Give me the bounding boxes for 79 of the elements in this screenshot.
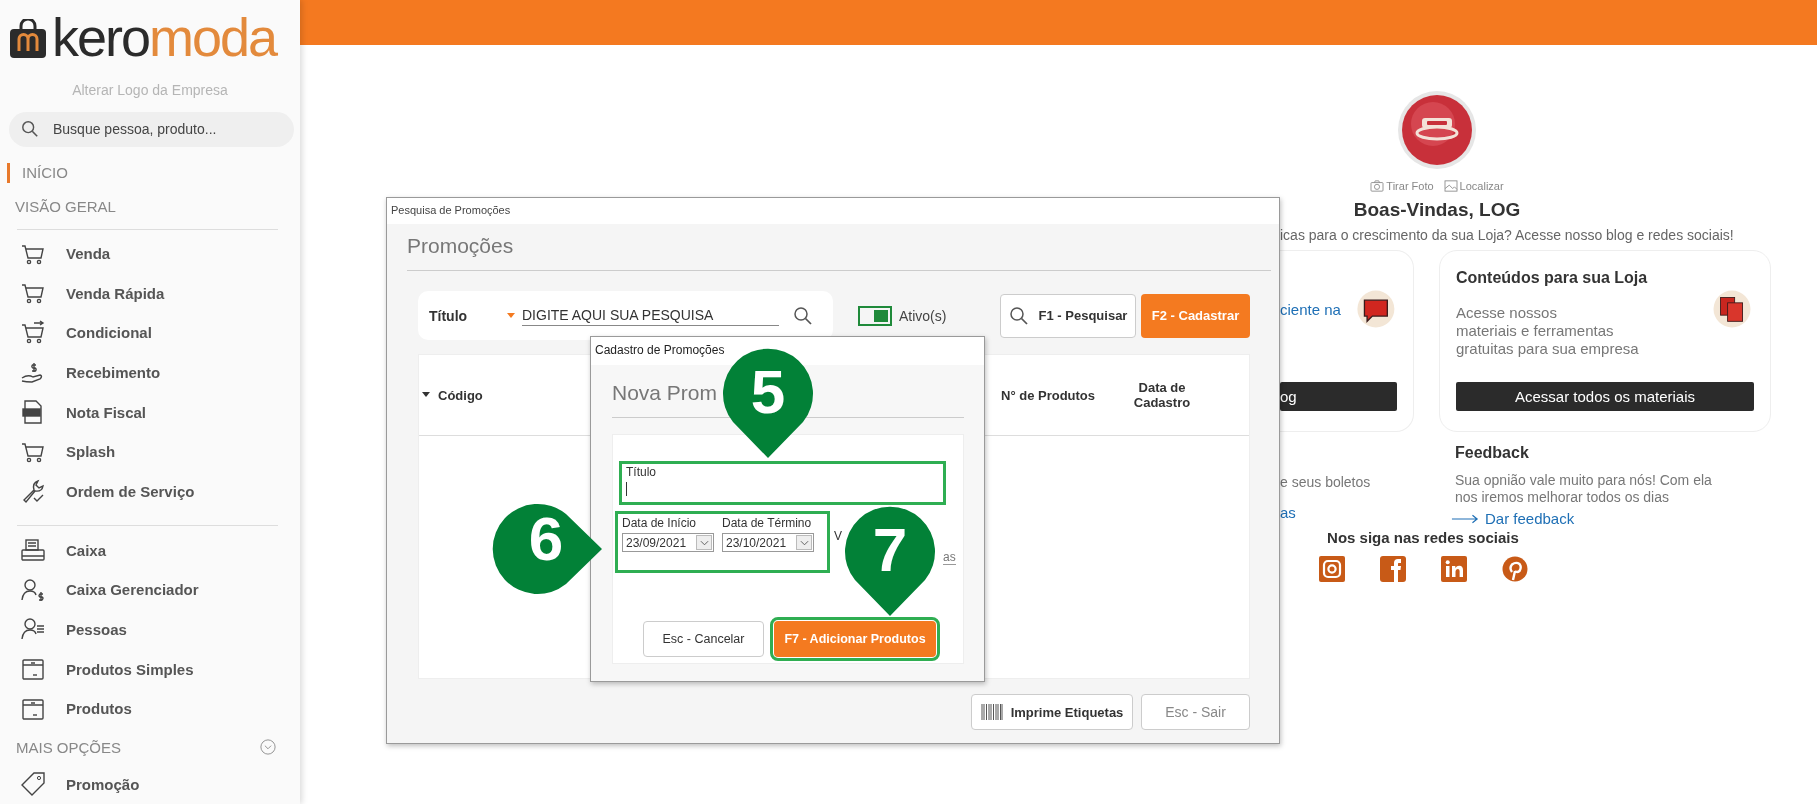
sort-arrow-icon[interactable] [422, 392, 430, 398]
search-input[interactable]: Busque pessoa, produto... [51, 120, 275, 139]
field-label: Data de Início [622, 516, 698, 530]
search-icon [1008, 305, 1029, 326]
exit-button[interactable]: Esc - Sair [1141, 694, 1250, 730]
title-field[interactable]: Título [619, 461, 946, 505]
date-field[interactable]: 23/10/2021 [722, 533, 814, 552]
feedback-link[interactable]: Dar feedback [1485, 510, 1575, 527]
camera-icon [1370, 180, 1385, 192]
photo-action-link[interactable]: Localizar [1459, 180, 1504, 192]
brand-logo: keromoda [52, 12, 277, 62]
feedback-text: Sua opnião vale muito para nós! Com ela nos iremos melhorar todos os dias [1455, 472, 1713, 506]
field-label: V [834, 529, 842, 543]
nav-item[interactable]: Produtos [66, 700, 132, 718]
image-icon [1443, 180, 1458, 192]
cart-swap-icon [20, 319, 46, 346]
card-title: Conteúdos para sua Loja [1456, 269, 1648, 287]
text-field[interactable]: as [943, 550, 956, 565]
tag-icon [20, 771, 46, 798]
search-icon[interactable] [793, 305, 813, 326]
nav-item[interactable]: Venda [66, 245, 111, 263]
nav-item[interactable]: Produtos Simples [66, 660, 194, 678]
nav-item[interactable]: Venda Rápida [66, 284, 165, 302]
blog-button[interactable]: og [1280, 382, 1397, 411]
nav-item[interactable]: Promoção [66, 775, 140, 793]
dropdown-arrow-icon[interactable] [507, 312, 515, 319]
card-text: e seus boletos [1280, 474, 1372, 490]
search-icon [21, 120, 39, 139]
cash-register-icon [20, 537, 46, 564]
photo-action-link[interactable]: Tirar Foto [1386, 180, 1434, 192]
page-heading: Promoções [407, 234, 515, 258]
card-text: Acesse nossos materiais e ferramentas gratuitas para sua empresa [1456, 304, 1640, 358]
column-header[interactable]: Data de Cadastro [1121, 380, 1203, 410]
window-title: Pesquisa de Promoções [390, 203, 512, 218]
nav-item[interactable]: Nota Fiscal [66, 403, 147, 421]
feedback-title: Feedback [1455, 444, 1530, 462]
nav-item[interactable]: Caixa Gerenciador [66, 581, 199, 599]
person-money-icon [20, 576, 46, 603]
nav-link[interactable]: VISÃO GERAL [15, 197, 300, 215]
field-label: Data de Término [722, 516, 813, 530]
filter-label: Título [429, 307, 469, 324]
nav-item[interactable]: Pessoas [66, 620, 127, 638]
chevron-down-icon[interactable] [799, 539, 809, 546]
print-labels-button[interactable]: Imprime Etiquetas [971, 694, 1133, 730]
dialog-heading: Nova Prom [612, 381, 718, 405]
column-header[interactable]: N° de Produtos [1001, 387, 1121, 403]
chevron-down-icon[interactable] [260, 739, 276, 756]
card-link[interactable]: ciente na [1280, 300, 1341, 318]
boletos-link[interactable]: as [1280, 504, 1414, 521]
search-button[interactable]: F1 - Pesquisar [1000, 293, 1136, 338]
box-icon [20, 656, 46, 683]
toggle-switch[interactable] [858, 305, 892, 326]
nav-item[interactable]: Splash [66, 443, 116, 461]
search-field[interactable]: Título DIGITE AQUI SUA PESQUISA [418, 291, 833, 340]
cancel-button[interactable]: Esc - Cancelar [643, 621, 764, 657]
pinterest-icon[interactable] [1501, 556, 1528, 582]
nav-item[interactable]: Recebimento [66, 364, 161, 381]
column-header[interactable]: Código [438, 387, 483, 403]
date-field[interactable]: 23/09/2021 [622, 533, 714, 552]
nav-item[interactable]: Ordem de Serviço [66, 482, 195, 500]
social-title: Nos siga nas redes sociais [1327, 529, 1519, 546]
chevron-down-icon[interactable] [699, 539, 709, 546]
section-heading: MAIS OPÇÕES [16, 738, 122, 756]
welcome-title: Boas-Vindas, LOG [1353, 199, 1521, 221]
window-title: Cadastro de Promoções [594, 342, 726, 359]
facebook-icon[interactable] [1379, 556, 1406, 582]
barcode-icon [980, 704, 1003, 720]
search-input[interactable]: DIGITE AQUI SUA PESQUISA [522, 305, 779, 326]
search-field[interactable]: Busque pessoa, produto... [9, 112, 294, 147]
nav-item[interactable]: Caixa [66, 541, 107, 559]
nav-link[interactable]: INÍCIO [7, 162, 300, 183]
materials-button[interactable]: Acessar todos os materiais [1456, 382, 1754, 411]
instagram-icon[interactable] [1318, 556, 1345, 582]
toggle-label: Ativo(s) [899, 307, 947, 324]
welcome-subtitle: icas para o crescimento da sua Loja? Acesse nosso blog e redes sociais! [1280, 227, 1735, 243]
shopping-bag-icon [8, 19, 48, 59]
arrow-right-icon [1451, 513, 1479, 524]
nav-item[interactable]: Condicional [66, 324, 152, 342]
linkedin-icon[interactable] [1440, 556, 1467, 582]
